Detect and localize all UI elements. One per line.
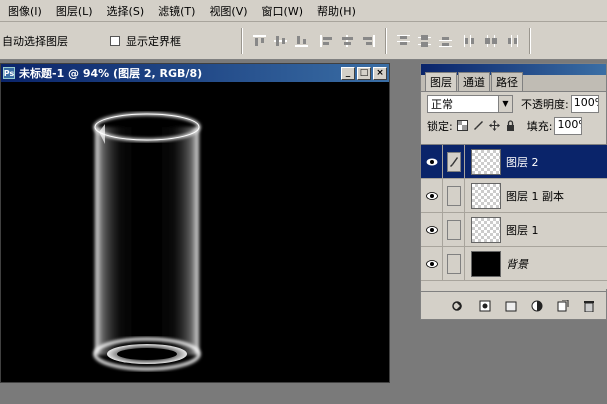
align-bottom-icon[interactable]	[293, 33, 310, 49]
brush-icon	[446, 151, 461, 172]
lock-row: 锁定: 填充: 100%	[421, 115, 606, 136]
blend-mode-select[interactable]: 正常 ▼	[427, 94, 513, 113]
distribute-hcenter-icon[interactable]	[483, 33, 500, 49]
checkbox-icon[interactable]	[110, 35, 120, 46]
fill-input[interactable]: 100%	[554, 116, 583, 135]
layer-row-layer1-copy[interactable]: 图层 1 副本	[421, 178, 607, 213]
show-bounds-checkbox[interactable]: 显示定界框	[110, 33, 181, 49]
link-box	[446, 185, 461, 206]
layer-thumbnail	[471, 250, 501, 277]
panel-bottom-toolbar	[421, 291, 607, 319]
align-left-icon[interactable]	[318, 33, 335, 49]
eye-icon[interactable]	[421, 178, 443, 213]
menu-view[interactable]: 视图(V)	[203, 3, 255, 19]
eye-icon[interactable]	[421, 144, 443, 179]
layer-row-background[interactable]: 背景	[421, 246, 607, 281]
layer-thumbnail	[471, 216, 501, 243]
align-top-icon[interactable]	[251, 33, 268, 49]
document-window: Ps 未标题-1 @ 94% (图层 2, RGB/8) _ □ ×	[0, 63, 390, 383]
chevron-down-icon[interactable]: ▼	[498, 95, 512, 112]
menu-layer[interactable]: 图层(L)	[50, 3, 101, 19]
menu-window[interactable]: 窗口(W)	[256, 3, 311, 19]
layer-row-layer1[interactable]: 图层 1	[421, 212, 607, 247]
blend-row: 正常 ▼ 不透明度: 100%	[421, 92, 606, 115]
menu-select[interactable]: 选择(S)	[101, 3, 153, 19]
trash-icon[interactable]	[582, 299, 597, 313]
lock-transparency-icon[interactable]	[457, 120, 469, 132]
lock-icon[interactable]	[505, 120, 517, 132]
distribute-left-icon[interactable]	[462, 33, 479, 49]
opacity-label: 不透明度:	[521, 97, 569, 111]
fill-label: 填充:	[526, 119, 553, 133]
link-box	[446, 253, 461, 274]
photoshop-icon: Ps	[3, 67, 15, 79]
tab-layers[interactable]: 图层	[425, 72, 457, 91]
move-icon[interactable]	[489, 120, 501, 132]
adjustment-layer-icon[interactable]	[530, 299, 545, 313]
opacity-input[interactable]: 100%	[570, 94, 599, 113]
glass-cylinder-artwork	[93, 112, 201, 371]
eye-icon[interactable]	[421, 212, 443, 247]
maximize-button[interactable]: □	[357, 66, 371, 80]
options-bar: 自动选择图层 显示定界框	[0, 22, 607, 60]
align-vcenter-icon[interactable]	[272, 33, 289, 49]
tab-paths[interactable]: 路径	[491, 72, 523, 91]
separator	[241, 27, 243, 54]
distribute-top-icon[interactable]	[395, 33, 412, 49]
distribute-vcenter-icon[interactable]	[416, 33, 433, 49]
link-cell[interactable]	[443, 178, 465, 213]
eye-icon[interactable]	[421, 246, 443, 281]
canvas[interactable]	[1, 82, 389, 382]
close-button[interactable]: ×	[373, 66, 387, 80]
layer-name: 图层 1	[506, 223, 539, 237]
distribute-buttons-group	[393, 33, 523, 49]
minimize-button[interactable]: _	[341, 66, 355, 80]
link-cell[interactable]	[443, 212, 465, 247]
layers-panel: 图层 通道 路径 正常 ▼ 不透明度: 100% 锁定: 填充: 100% 图层…	[420, 63, 607, 320]
panel-tabs: 图层 通道 路径	[421, 72, 606, 92]
add-style-icon[interactable]	[477, 299, 492, 313]
document-titlebar[interactable]: Ps 未标题-1 @ 94% (图层 2, RGB/8) _ □ ×	[1, 64, 389, 82]
menu-help[interactable]: 帮助(H)	[311, 3, 364, 19]
add-mask-icon[interactable]	[503, 299, 518, 313]
menu-filter[interactable]: 滤镜(T)	[152, 3, 203, 19]
new-layer-icon[interactable]	[556, 299, 571, 313]
layer-row-layer2[interactable]: 图层 2	[421, 144, 607, 179]
window-buttons: _ □ ×	[339, 66, 387, 80]
tab-channels[interactable]: 通道	[458, 72, 490, 91]
separator	[529, 27, 531, 54]
align-buttons-group	[249, 33, 379, 49]
layer-name: 背景	[506, 257, 528, 271]
layer-name: 图层 2	[506, 155, 539, 169]
show-bounds-label: 显示定界框	[126, 34, 181, 48]
separator	[385, 27, 387, 54]
auto-select-label[interactable]: 自动选择图层	[2, 33, 68, 49]
layer-thumbnail	[471, 148, 501, 175]
blend-mode-value: 正常	[431, 97, 453, 111]
link-box	[446, 219, 461, 240]
link-layers-icon[interactable]	[451, 299, 466, 313]
link-cell[interactable]	[443, 144, 465, 179]
menu-image[interactable]: 图像(I)	[2, 3, 50, 19]
align-hcenter-icon[interactable]	[339, 33, 356, 49]
layer-name: 图层 1 副本	[506, 189, 564, 203]
brush-icon[interactable]	[473, 120, 485, 132]
document-title: 未标题-1 @ 94% (图层 2, RGB/8)	[19, 67, 203, 80]
layers-list: 图层 2 图层 1 副本 图层 1 背景	[421, 144, 607, 289]
lock-label: 锁定:	[427, 119, 453, 133]
align-right-icon[interactable]	[360, 33, 377, 49]
distribute-right-icon[interactable]	[504, 33, 521, 49]
distribute-bottom-icon[interactable]	[437, 33, 454, 49]
menu-bar: 图像(I) 图层(L) 选择(S) 滤镜(T) 视图(V) 窗口(W) 帮助(H…	[0, 0, 607, 22]
link-cell[interactable]	[443, 246, 465, 281]
layer-thumbnail	[471, 182, 501, 209]
